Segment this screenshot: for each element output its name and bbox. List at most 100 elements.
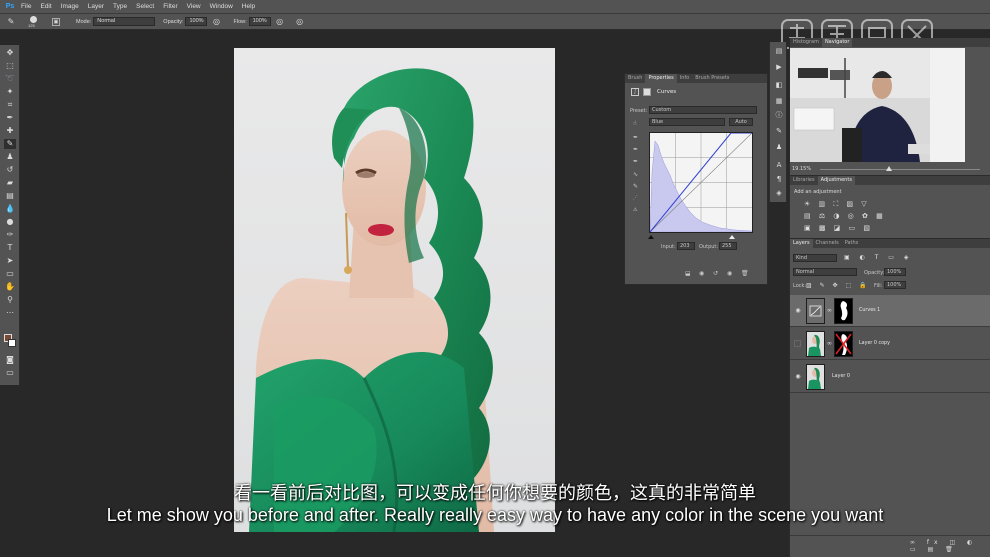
pencil-curve-icon[interactable]: ✎ — [633, 183, 638, 190]
layer-mask-icon[interactable] — [643, 88, 651, 96]
opacity-field[interactable]: 100% — [185, 17, 208, 26]
white-input-slider[interactable] — [729, 235, 735, 239]
hand-tool-icon[interactable]: ✋ — [4, 282, 16, 292]
black-point-eyedropper-icon[interactable]: ✒ — [633, 134, 638, 141]
visibility-eye-icon[interactable]: ◉ — [794, 307, 802, 315]
blend-mode-select[interactable]: Normal — [793, 268, 857, 276]
blur-tool-icon[interactable]: 💧 — [4, 204, 16, 214]
view-previous-icon[interactable]: ◉ — [699, 270, 704, 277]
zoom-slider[interactable] — [820, 169, 980, 170]
zoom-tool-icon[interactable]: ⚲ — [4, 295, 16, 305]
mode-select[interactable]: Normal — [93, 17, 156, 26]
zoom-slider-thumb[interactable] — [886, 166, 892, 171]
tab-info[interactable]: Info — [677, 74, 692, 83]
lasso-tool-icon[interactable]: ➰ — [4, 74, 16, 84]
tab-navigator[interactable]: Navigator — [821, 38, 853, 47]
background-color-swatch[interactable] — [8, 339, 16, 347]
tab-histogram[interactable]: Histogram — [790, 38, 822, 47]
tab-properties[interactable]: Properties — [645, 74, 677, 83]
menu-select[interactable]: Select — [136, 3, 154, 10]
on-image-adjust-icon[interactable]: ☝ — [633, 120, 637, 127]
marquee-tool-icon[interactable]: ⬚ — [4, 61, 16, 71]
menu-help[interactable]: Help — [242, 3, 255, 10]
layer-filter-select[interactable]: Kind — [793, 254, 837, 262]
tab-layers[interactable]: Layers — [790, 239, 813, 248]
glyphs-icon[interactable]: ◈ — [774, 188, 784, 198]
layer-name[interactable]: Layer 0 copy — [859, 341, 890, 346]
input-field[interactable]: 203 — [677, 242, 695, 250]
info-icon[interactable]: ⓘ — [774, 110, 784, 120]
screen-mode-icon[interactable]: ▭ — [4, 368, 16, 378]
crop-tool-icon[interactable]: ⌗ — [4, 100, 16, 110]
brush-tool-icon[interactable]: ✎ — [6, 17, 16, 27]
preset-select[interactable]: Custom — [649, 106, 757, 114]
eyedropper-tool-icon[interactable]: ✒ — [4, 113, 16, 123]
dodge-tool-icon[interactable]: ● — [4, 217, 16, 227]
channel-select[interactable]: Blue — [649, 118, 725, 126]
brush-preset-picker[interactable]: 125 — [26, 15, 46, 29]
tab-paths[interactable]: Paths — [842, 239, 862, 248]
output-field[interactable]: 255 — [719, 242, 737, 250]
tab-adjustments[interactable]: Adjustments — [817, 176, 855, 185]
zoom-level[interactable]: 19.15% — [792, 166, 811, 172]
visibility-off-box[interactable] — [794, 340, 801, 347]
layer-row-curves[interactable]: ◉ ∞ Curves 1 — [790, 295, 990, 327]
pressure-size-icon[interactable]: ◎ — [295, 17, 305, 27]
brush-panel-toggle-icon[interactable]: ▣ — [52, 17, 60, 26]
fill-field[interactable]: 100% — [884, 281, 906, 289]
swatches-icon[interactable]: ▦ — [774, 96, 784, 106]
type-tool-icon[interactable]: T — [4, 243, 16, 253]
adjustment-icons-row-3[interactable]: ▣ ▩ ◪ ▭ ▧ — [804, 224, 873, 232]
paragraph-icon[interactable]: ¶ — [774, 174, 784, 184]
auto-button[interactable]: Auto — [729, 118, 753, 126]
pressure-opacity-icon[interactable]: ◎ — [211, 17, 221, 27]
lock-icons[interactable]: ▨ ✎ ✥ ⬚ 🔒 — [806, 282, 870, 289]
smooth-curve-icon[interactable]: ⋰ — [633, 195, 638, 201]
gradient-tool-icon[interactable]: ▤ — [4, 191, 16, 201]
canvas-image[interactable] — [234, 48, 555, 532]
menu-image[interactable]: Image — [61, 3, 79, 10]
delete-icon[interactable]: 🗑 — [741, 270, 749, 277]
layer-opacity-field[interactable]: 100% — [884, 268, 906, 276]
character-icon[interactable]: A — [774, 160, 784, 170]
layer-name[interactable]: Layer 0 — [832, 374, 850, 379]
quick-mask-icon[interactable]: ◙ — [4, 355, 16, 365]
black-input-slider[interactable] — [648, 235, 654, 239]
layer-row-layer-0-copy[interactable]: ∞ Layer 0 copy — [790, 328, 990, 360]
menu-edit[interactable]: Edit — [40, 3, 51, 10]
pen-tool-icon[interactable]: ✑ — [4, 230, 16, 240]
visibility-icon[interactable]: ◉ — [727, 270, 732, 277]
quick-select-tool-icon[interactable]: ✦ — [4, 87, 16, 97]
menu-layer[interactable]: Layer — [88, 3, 104, 10]
layers-footer-icons[interactable]: ∞ fx ◫ ◐ ▭ ▤ 🗑 — [910, 539, 990, 553]
more-tools-icon[interactable]: ⋯ — [4, 308, 16, 318]
link-chain-icon[interactable]: ∞ — [827, 307, 832, 314]
layer-row-layer-0[interactable]: ◉ Layer 0 — [790, 361, 990, 393]
reset-icon[interactable]: ↺ — [713, 270, 718, 277]
layer-filter-icons[interactable]: ▣ ◐ T ▭ ◈ — [844, 254, 912, 261]
airbrush-icon[interactable]: ◎ — [275, 17, 285, 27]
layer-0-copy-mask-thumbnail[interactable] — [834, 331, 853, 357]
menu-type[interactable]: Type — [113, 3, 127, 10]
tab-brush[interactable]: Brush — [625, 74, 645, 83]
link-chain-icon[interactable]: ∞ — [827, 340, 832, 347]
actions-icon[interactable]: ▶ — [774, 62, 784, 72]
healing-tool-icon[interactable]: ✚ — [4, 126, 16, 136]
clip-to-layer-icon[interactable]: ⬓ — [685, 270, 691, 277]
history-brush-tool-icon[interactable]: ↺ — [4, 165, 16, 175]
gray-point-eyedropper-icon[interactable]: ✒ — [633, 146, 638, 153]
flow-field[interactable]: 100% — [248, 17, 271, 26]
adjustment-icons-row-1[interactable]: ☀ ▥ ⛶ ▨ ▽ — [804, 200, 870, 209]
menu-file[interactable]: File — [21, 3, 31, 10]
adjustment-icons-row-2[interactable]: ▤ ⚖ ◑ ◎ ✿ ▦ — [804, 212, 886, 220]
layer-name[interactable]: Curves 1 — [859, 308, 880, 313]
tab-brush-presets[interactable]: Brush Presets — [692, 74, 732, 83]
menu-window[interactable]: Window — [210, 3, 233, 10]
curve-point-icon[interactable]: ∿ — [633, 171, 638, 178]
visibility-eye-icon[interactable]: ◉ — [794, 373, 802, 381]
color-icon[interactable]: ◧ — [774, 80, 784, 90]
curves-mask-thumbnail[interactable] — [834, 298, 853, 324]
history-icon[interactable]: ▤ — [774, 46, 784, 56]
clone-source-icon[interactable]: ♟ — [774, 142, 784, 152]
clipping-warning-icon[interactable]: ⚠ — [633, 207, 637, 213]
